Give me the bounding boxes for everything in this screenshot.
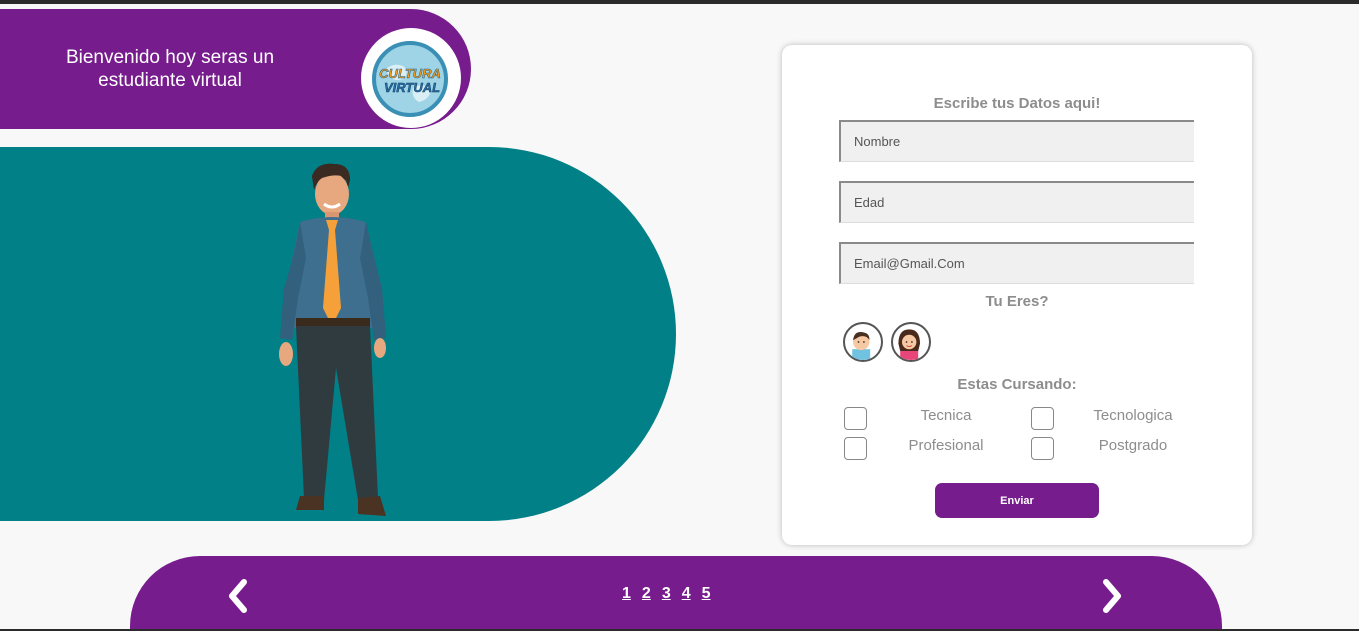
logo-word-2: VIRTUAL	[384, 80, 440, 95]
label-profesional: Profesional	[908, 437, 984, 454]
chevron-right-icon[interactable]	[1098, 578, 1126, 614]
label-tecnica: Tecnica	[920, 407, 972, 424]
age-input[interactable]	[839, 181, 1194, 223]
welcome-line-2: estudiante virtual	[98, 70, 242, 91]
top-border	[0, 0, 1359, 4]
girl-avatar-icon[interactable]	[891, 322, 931, 362]
checkbox-profesional[interactable]	[844, 437, 867, 460]
chevron-left-icon[interactable]	[224, 578, 252, 614]
checkbox-tecnica[interactable]	[844, 407, 867, 430]
page-link-3[interactable]: 3	[662, 585, 671, 603]
welcome-message: Bienvenido hoy seras un estudiante virtu…	[30, 46, 310, 92]
checkbox-postgrado[interactable]	[1031, 437, 1054, 460]
welcome-banner: Bienvenido hoy seras un estudiante virtu…	[0, 9, 471, 129]
page-link-5[interactable]: 5	[702, 585, 711, 603]
label-tecnologica: Tecnologica	[1093, 407, 1173, 424]
email-input[interactable]	[839, 242, 1194, 284]
form-title: Escribe tus Datos aqui!	[933, 95, 1101, 112]
checkbox-tecnologica[interactable]	[1031, 407, 1054, 430]
registration-card: Escribe tus Datos aqui! Tu Eres? Estas C…	[782, 45, 1252, 545]
pagination-bar: 1 2 3 4 5	[130, 556, 1222, 631]
logo-word-1: CULTURA	[379, 66, 441, 81]
student-illustration	[279, 163, 386, 516]
page-link-2[interactable]: 2	[642, 585, 651, 603]
submit-button[interactable]: Enviar	[935, 483, 1099, 518]
name-input[interactable]	[839, 120, 1194, 162]
globe-logo-icon: CULTURA VIRTUAL	[372, 41, 448, 117]
page-link-1[interactable]: 1	[622, 585, 631, 603]
page-links: 1 2 3 4 5	[622, 585, 722, 603]
studies-question: Estas Cursando:	[957, 376, 1077, 393]
welcome-line-1: Bienvenido hoy seras un	[65, 47, 275, 68]
page-link-4[interactable]: 4	[682, 585, 691, 603]
gender-question: Tu Eres?	[985, 293, 1049, 310]
label-postgrado: Postgrado	[1098, 437, 1168, 454]
boy-avatar-icon[interactable]	[843, 322, 883, 362]
cultura-virtual-logo: CULTURA VIRTUAL	[361, 28, 461, 128]
